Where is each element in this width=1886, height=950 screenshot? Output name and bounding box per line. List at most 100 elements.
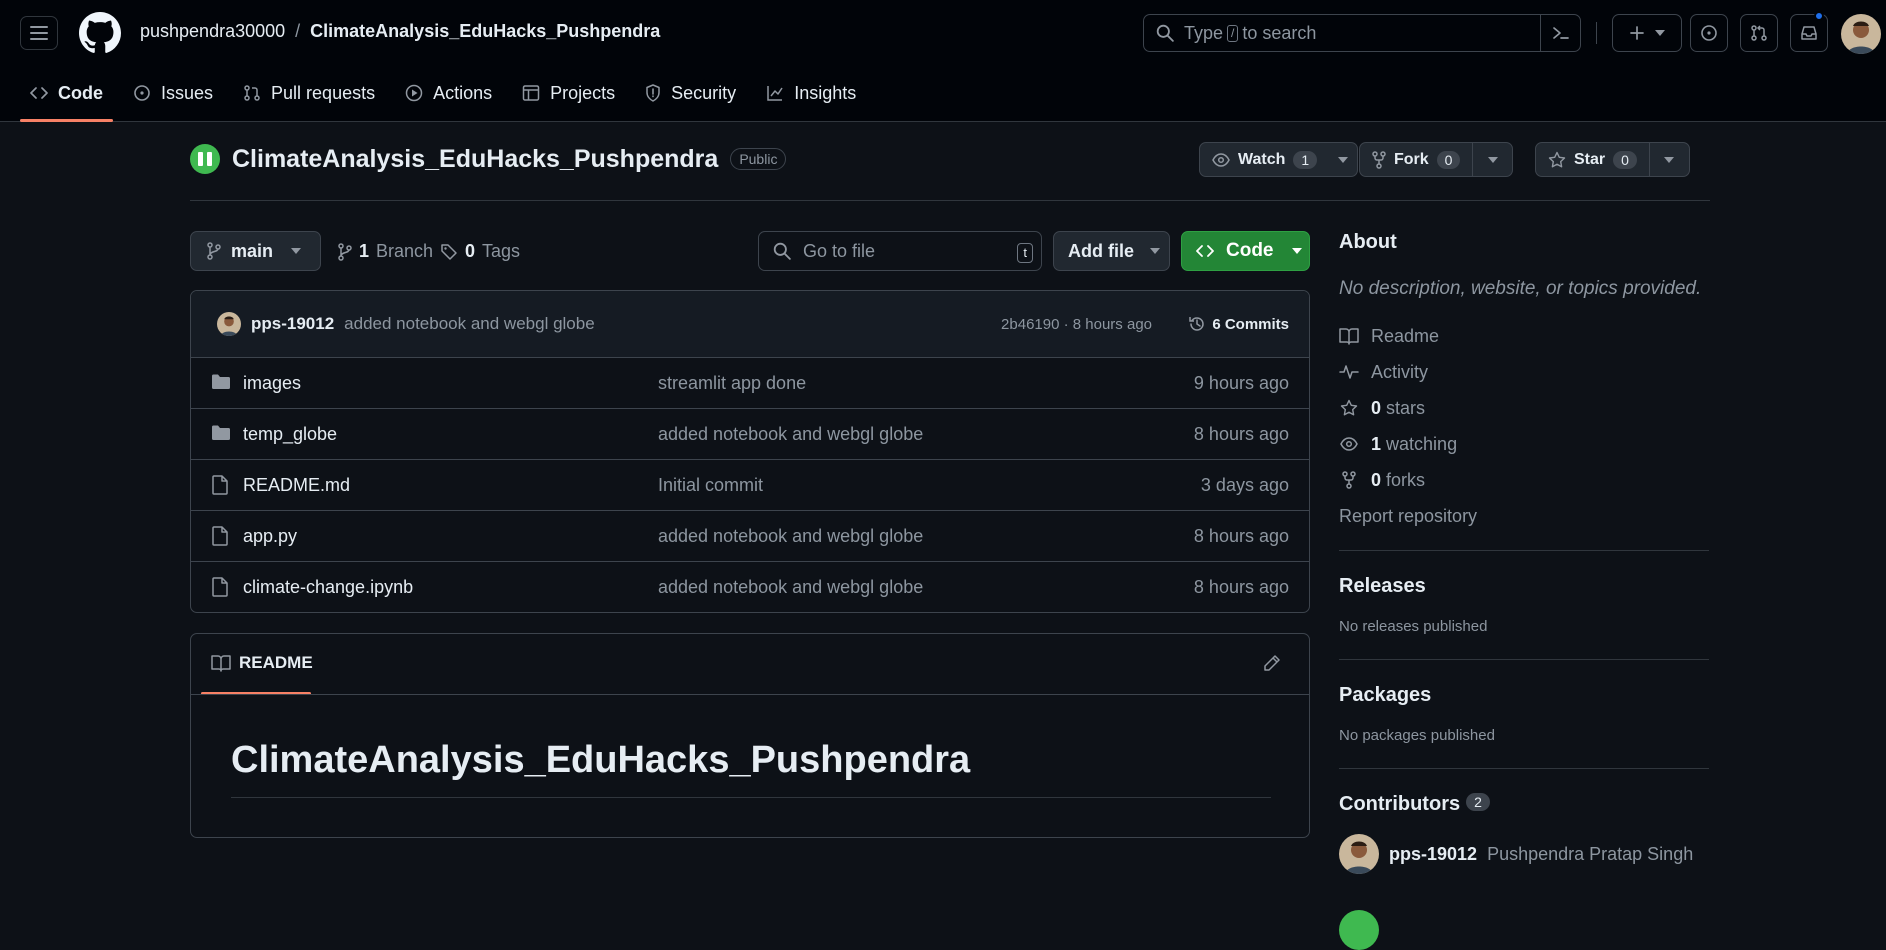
tab-security[interactable]: Security bbox=[635, 76, 746, 110]
tab-issues[interactable]: Issues bbox=[123, 76, 223, 110]
notification-indicator bbox=[1814, 11, 1824, 21]
inbox-button[interactable] bbox=[1790, 11, 1828, 52]
tab-label: Insights bbox=[794, 82, 857, 103]
file-commit-message[interactable]: Initial commit bbox=[658, 475, 763, 496]
activity-link[interactable]: Activity bbox=[1339, 354, 1709, 390]
issue-opened-icon bbox=[134, 85, 150, 101]
file-row-climate-change-ipynb[interactable]: climate-change.ipynb added notebook and … bbox=[191, 562, 1309, 612]
readme-link-label: Readme bbox=[1371, 325, 1440, 346]
star-dropdown[interactable] bbox=[1648, 143, 1689, 176]
report-repository-label: Report repository bbox=[1339, 505, 1478, 526]
commit-author[interactable]: pps-19012 bbox=[251, 314, 334, 334]
git-branch-icon bbox=[338, 242, 352, 261]
file-row-images[interactable]: images streamlit app done 9 hours ago bbox=[191, 358, 1309, 409]
file-row-app-py[interactable]: app.py added notebook and webgl globe 8 … bbox=[191, 511, 1309, 562]
watching-label: watching bbox=[1386, 433, 1458, 454]
code-icon bbox=[30, 87, 48, 99]
user-avatar[interactable] bbox=[1841, 14, 1881, 54]
menu-button[interactable] bbox=[20, 16, 58, 50]
tags-link[interactable]: 0 Tags bbox=[440, 241, 520, 262]
breadcrumb-repo-link[interactable]: ClimateAnalysis_EduHacks_Pushpendra bbox=[310, 21, 660, 42]
tab-label: Actions bbox=[433, 82, 493, 103]
repo-forked-icon bbox=[1342, 471, 1356, 489]
file-icon bbox=[211, 526, 229, 546]
file-commit-message[interactable]: added notebook and webgl globe bbox=[658, 577, 923, 598]
breadcrumb-owner-link[interactable]: pushpendra30000 bbox=[140, 21, 285, 42]
git-branch-icon bbox=[207, 242, 221, 260]
branches-label: Branch bbox=[376, 241, 434, 261]
watch-dropdown[interactable] bbox=[1329, 143, 1357, 176]
contributor-login[interactable]: pps-19012 bbox=[1389, 844, 1477, 865]
create-new-button[interactable] bbox=[1612, 14, 1682, 52]
file-name[interactable]: images bbox=[243, 373, 301, 394]
readme-link[interactable]: Readme bbox=[1339, 318, 1709, 354]
folder-icon bbox=[211, 373, 231, 391]
edit-readme-button[interactable] bbox=[1263, 654, 1281, 672]
go-to-file-placeholder: Go to file bbox=[803, 240, 876, 261]
branches-link[interactable]: 1 Branch bbox=[338, 241, 433, 262]
contributors-title[interactable]: Contributors 2 bbox=[1339, 793, 1709, 816]
avatar-image-icon bbox=[1339, 834, 1379, 874]
pull-requests-button[interactable] bbox=[1740, 14, 1778, 52]
history-icon bbox=[1189, 317, 1205, 331]
file-name[interactable]: README.md bbox=[243, 475, 350, 496]
branch-name: main bbox=[231, 240, 274, 261]
search-shortcut-key: / bbox=[1227, 24, 1239, 42]
commit-hash-time[interactable]: 2b46190 · 8 hours ago bbox=[1001, 316, 1152, 333]
caret-down-icon bbox=[1338, 156, 1349, 163]
go-to-file-input[interactable]: Go to file t bbox=[758, 231, 1042, 271]
contributor-avatar-partial[interactable] bbox=[1339, 910, 1379, 950]
file-commit-message[interactable]: added notebook and webgl globe bbox=[658, 424, 923, 445]
tab-projects[interactable]: Projects bbox=[512, 76, 625, 110]
releases-title[interactable]: Releases bbox=[1339, 575, 1709, 598]
code-download-button[interactable]: Code bbox=[1181, 231, 1310, 271]
contributor-avatar[interactable] bbox=[1339, 834, 1379, 874]
file-name[interactable]: climate-change.ipynb bbox=[243, 577, 413, 598]
readme-tab[interactable]: README bbox=[211, 653, 313, 673]
commits-count: 6 Commits bbox=[1212, 315, 1289, 333]
tab-pull-requests[interactable]: Pull requests bbox=[233, 76, 385, 110]
add-file-button[interactable]: Add file bbox=[1053, 231, 1170, 271]
file-name[interactable]: app.py bbox=[243, 526, 297, 547]
report-repository-link[interactable]: Report repository bbox=[1339, 498, 1709, 534]
commit-author-avatar[interactable] bbox=[217, 312, 241, 336]
repo-forked-icon bbox=[1372, 150, 1386, 169]
issues-button[interactable] bbox=[1690, 14, 1728, 52]
file-commit-message[interactable]: streamlit app done bbox=[658, 373, 806, 394]
header-divider bbox=[1596, 22, 1597, 44]
forks-link[interactable]: 0 forks bbox=[1339, 462, 1709, 498]
global-search-input[interactable]: Type / to search bbox=[1143, 14, 1581, 52]
releases-empty: No releases published bbox=[1339, 618, 1488, 635]
command-palette-button[interactable] bbox=[1540, 15, 1580, 51]
fork-dropdown[interactable] bbox=[1472, 143, 1512, 176]
star-button[interactable]: Star 0 bbox=[1536, 143, 1649, 176]
fork-button[interactable]: Fork 0 bbox=[1360, 143, 1472, 176]
sidebar-divider bbox=[1339, 768, 1709, 769]
breadcrumb-separator: / bbox=[295, 21, 301, 41]
github-logo-icon[interactable] bbox=[79, 12, 121, 54]
branch-selector[interactable]: main bbox=[190, 231, 321, 271]
packages-empty: No packages published bbox=[1339, 727, 1495, 744]
repo-owner-avatar[interactable] bbox=[190, 144, 220, 174]
packages-title[interactable]: Packages bbox=[1339, 684, 1709, 707]
watching-count: 1 bbox=[1371, 433, 1382, 454]
watch-button[interactable]: Watch 1 bbox=[1200, 143, 1329, 176]
contributor-item[interactable]: pps-19012 Pushpendra Pratap Singh bbox=[1339, 834, 1709, 874]
commits-link[interactable]: 6 Commits bbox=[1188, 315, 1289, 333]
file-row-temp-globe[interactable]: temp_globe added notebook and webgl glob… bbox=[191, 409, 1309, 460]
file-commit-message[interactable]: added notebook and webgl globe bbox=[658, 526, 923, 547]
watching-link[interactable]: 1 watching bbox=[1339, 426, 1709, 462]
repo-title[interactable]: ClimateAnalysis_EduHacks_Pushpendra bbox=[232, 145, 718, 174]
tab-actions[interactable]: Actions bbox=[395, 76, 502, 110]
stars-link[interactable]: 0 stars bbox=[1339, 390, 1709, 426]
commit-message[interactable]: added notebook and webgl globe bbox=[344, 314, 595, 334]
tab-code[interactable]: Code bbox=[20, 76, 113, 122]
tag-icon bbox=[441, 243, 457, 260]
fork-count: 0 bbox=[1436, 150, 1461, 169]
file-commit-time: 8 hours ago bbox=[1193, 525, 1289, 546]
tags-label: Tags bbox=[482, 241, 521, 261]
tab-insights[interactable]: Insights bbox=[756, 76, 866, 110]
file-name[interactable]: temp_globe bbox=[243, 424, 337, 445]
inbox-icon bbox=[1801, 26, 1817, 40]
file-row-readme[interactable]: README.md Initial commit 3 days ago bbox=[191, 460, 1309, 511]
